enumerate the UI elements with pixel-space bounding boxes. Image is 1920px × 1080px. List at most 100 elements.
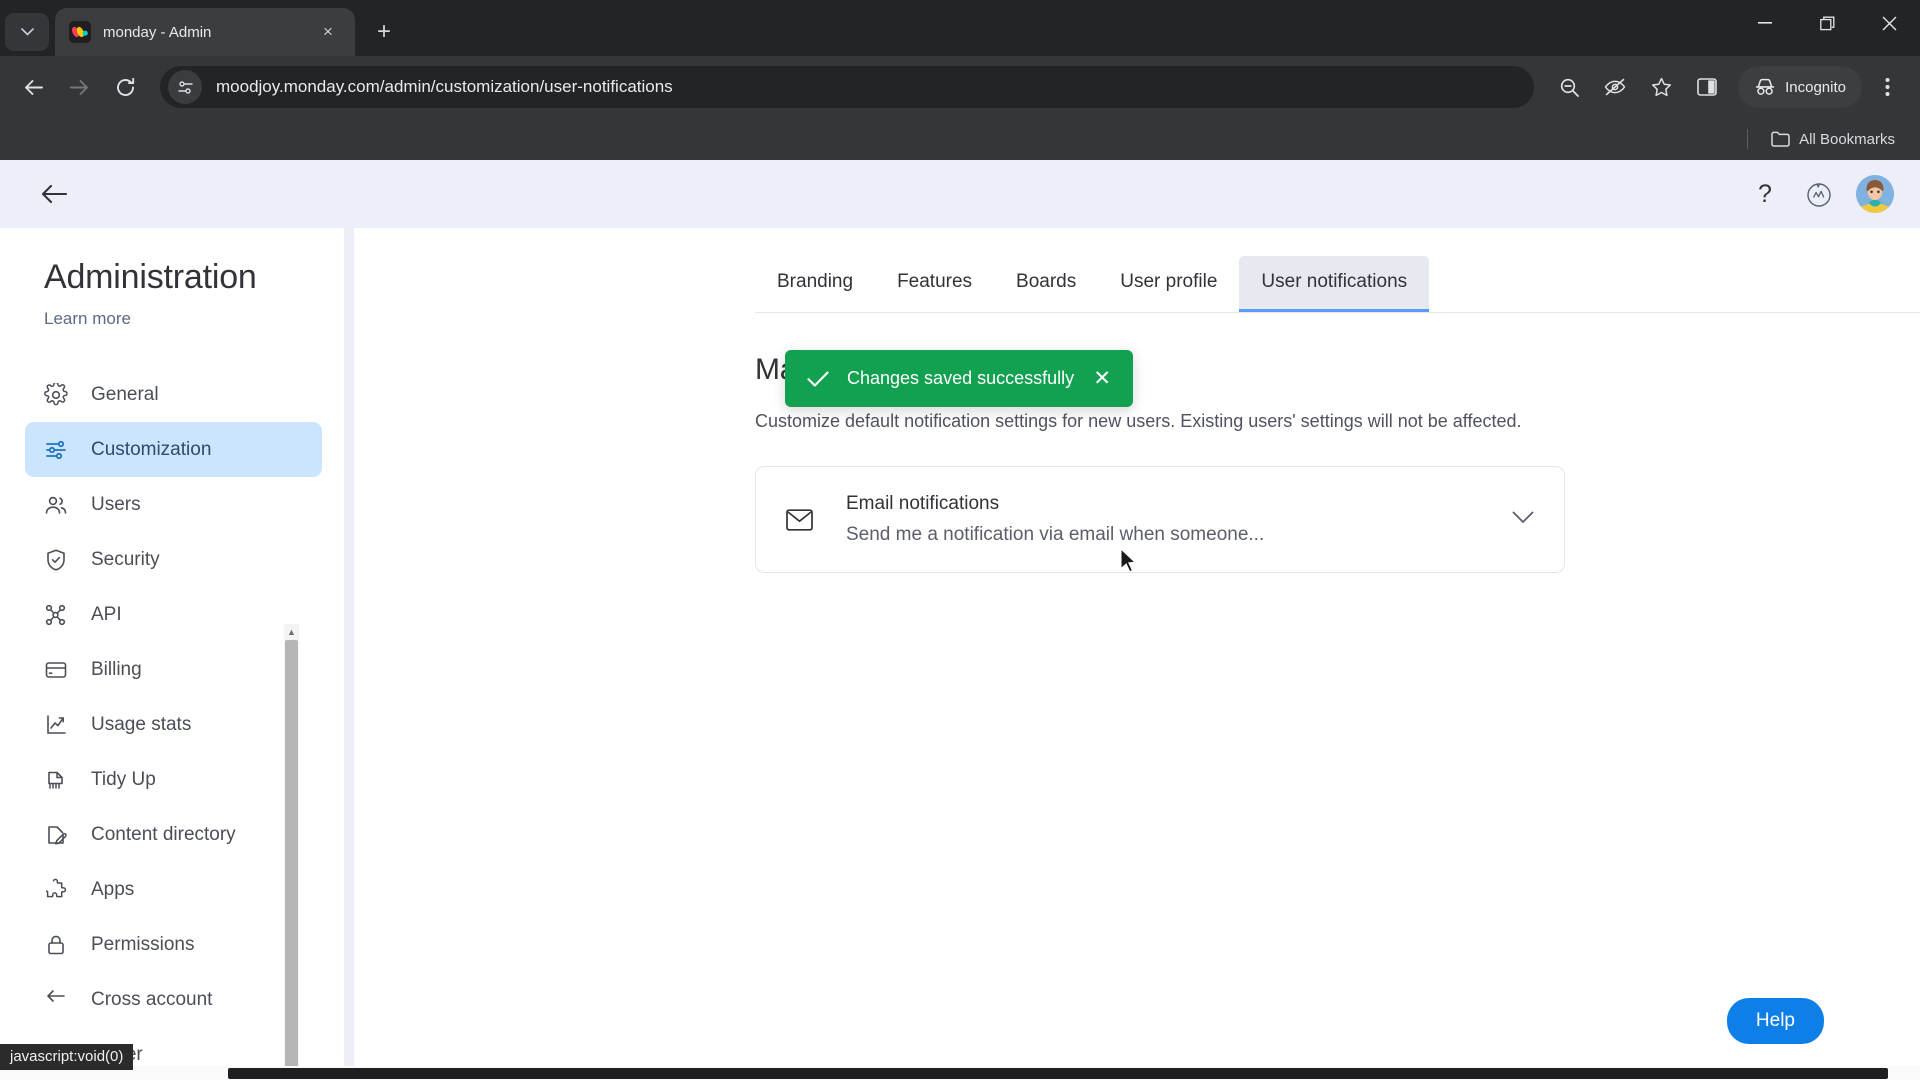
document-edit-icon [43,822,69,848]
help-question-icon[interactable]: ? [1748,177,1782,211]
scrollbar-up-arrow[interactable]: ▲ [284,624,299,640]
back-arrow-icon [41,184,67,204]
email-notifications-card[interactable]: Email notifications Send me a notificati… [755,466,1565,573]
three-dot-menu-icon[interactable] [1866,66,1908,108]
app-back-button[interactable] [32,172,76,216]
app-header-actions: ? [1748,160,1894,228]
magnifier-minus-icon [1560,78,1579,97]
tab-user-profile[interactable]: User profile [1098,256,1239,312]
bookmark-star-icon[interactable] [1640,66,1682,108]
reload-button[interactable] [104,66,146,108]
status-bar-link: javascript:void(0) [0,1044,134,1070]
reload-icon [116,77,134,96]
incognito-hat-icon [1755,78,1775,95]
incognito-indicator[interactable]: Incognito [1738,66,1862,108]
hide-password-icon [1604,78,1626,96]
minimize-icon [1758,22,1772,24]
sidebar-item-api[interactable]: API [25,587,322,642]
shield-check-icon [43,547,69,573]
arrow-right-icon [69,79,88,95]
learn-more-link[interactable]: Learn more [0,309,131,329]
page-title: Administration [44,258,257,296]
folder-icon [1771,131,1790,147]
chevron-down-icon[interactable] [1512,511,1534,529]
new-tab-button[interactable]: + [365,13,403,51]
tune-icon [177,80,193,94]
sidebar-item-label: Cross account [91,988,213,1010]
card-title: Email notifications [846,493,1000,514]
lock-icon [43,932,69,958]
browser-tab-title: monday - Admin [103,23,212,41]
sidebar-item-content-directory[interactable]: Content directory [25,807,322,862]
sidebar-item-apps[interactable]: Apps [25,862,322,917]
back-button[interactable] [12,66,54,108]
window-maximize-button[interactable] [1796,0,1858,46]
sidebar-item-permissions[interactable]: Permissions [25,917,322,972]
sidebar-item-label: Customization [91,438,212,460]
restore-icon [1819,16,1834,30]
monday-badge-icon[interactable] [1804,179,1834,209]
bookmarks-bar: All Bookmarks [0,118,1920,160]
check-icon [807,371,829,387]
sidebar-item-usage-stats[interactable]: Usage stats [25,697,322,752]
api-nodes-icon [43,602,69,628]
cross-account-icon [43,987,69,1013]
sidebar-item-label: Users [91,493,141,515]
zoom-out-icon[interactable] [1548,66,1590,108]
arrow-left-icon [24,79,43,95]
address-bar[interactable]: moodjoy.monday.com/admin/customization/u… [160,66,1535,108]
eye-slash-icon[interactable] [1594,66,1636,108]
panel-description: Customize default notification settings … [755,411,1522,431]
sidebar-item-customization[interactable]: Customization [25,422,322,477]
gear-icon [43,382,69,408]
sidebar-item-tidy-up[interactable]: Tidy Up [25,752,322,807]
tab-user-notifications[interactable]: User notifications [1239,256,1430,312]
sidebar-item-security[interactable]: Security [25,532,322,587]
tab-branding[interactable]: Branding [755,256,875,312]
sidebar-item-label: Security [91,548,160,570]
monday-logo-favicon [69,21,91,43]
tab-boards[interactable]: Boards [994,256,1098,312]
browser-tab[interactable]: monday - Admin × [55,8,355,56]
page-horizontal-scrollbar[interactable] [0,1066,1920,1080]
bookmarks-separator [1747,129,1749,149]
all-bookmarks-label: All Bookmarks [1799,130,1895,148]
help-button[interactable]: Help [1726,998,1824,1044]
card-description: Send me a notification via email when so… [846,524,1265,545]
sidebar-item-label: Content directory [91,823,236,845]
page-info-icon[interactable] [168,70,202,104]
forward-button[interactable] [58,66,100,108]
user-avatar[interactable] [1856,175,1894,213]
toast-close-button[interactable]: ✕ [1093,368,1111,389]
chart-line-icon [43,712,69,738]
sidebar-item-label: Permissions [91,933,195,955]
tab-search-button[interactable] [5,13,49,51]
sidebar-item-label: Usage stats [91,713,192,735]
sidebar-item-label: Billing [91,658,142,680]
sidebar-item-general[interactable]: General [25,367,322,422]
tab-close-button[interactable]: × [315,19,341,45]
sliders-icon [43,437,69,463]
scrollbar-thumb[interactable] [285,640,298,1080]
email-notifications-text: Email notifications Send me a notificati… [846,493,1512,546]
content-left-rail [346,228,354,1080]
all-bookmarks-button[interactable]: All Bookmarks [1762,126,1904,153]
close-icon [1882,16,1896,30]
address-bar-url: moodjoy.monday.com/admin/customization/u… [216,77,673,96]
sidebar-item-cross-account[interactable]: Cross account [25,972,322,1027]
sidebar-item-billing[interactable]: Billing [25,642,322,697]
horizontal-scrollbar-thumb[interactable] [228,1068,1888,1079]
sidebar-item-users[interactable]: Users [25,477,322,532]
window-close-button[interactable] [1858,0,1920,46]
window-minimize-button[interactable] [1734,0,1796,46]
split-panel-icon [1697,78,1717,96]
broom-icon [43,767,69,793]
tab-features[interactable]: Features [875,256,994,312]
sidebar-item-label: Apps [91,878,135,900]
kebab-menu-icon [1885,78,1889,96]
success-toast: Changes saved successfully ✕ [785,350,1133,407]
star-icon [1651,77,1671,96]
side-panel-icon[interactable] [1686,66,1728,108]
browser-tab-strip: monday - Admin × + [0,0,1920,56]
sidebar-scrollbar[interactable]: ▲ ▼ [284,624,299,1080]
